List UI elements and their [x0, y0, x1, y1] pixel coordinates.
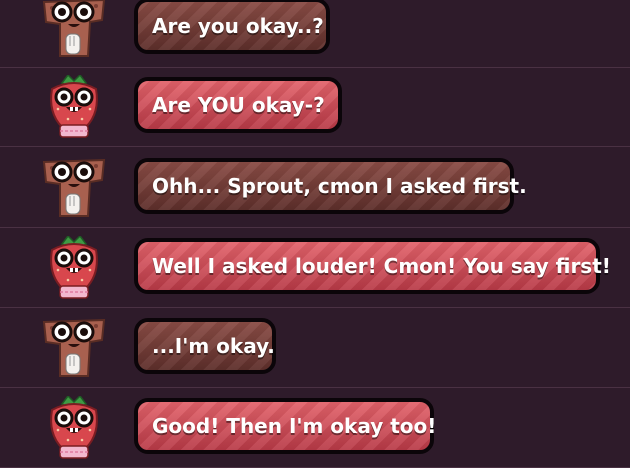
message-bubble: Well I asked louder! Cmon! You say first… [134, 238, 611, 294]
chat-log: Are you okay..? Are YOU okay-? Ohh... Sp… [0, 0, 630, 468]
message-row: Are YOU okay-? [0, 67, 630, 147]
strawberry-character-icon [38, 75, 110, 139]
message-bubble: Ohh... Sprout, cmon I asked first. [134, 158, 527, 214]
message-row: Good! Then I'm okay too! [0, 388, 630, 468]
cracker-character-icon [38, 316, 110, 380]
strawberry-character-icon [38, 236, 110, 300]
cracker-character-icon [38, 0, 110, 60]
message-bubble: Good! Then I'm okay too! [134, 398, 436, 454]
message-row: ...I'm okay. [0, 308, 630, 388]
message-bubble: Are you okay..? [134, 0, 330, 54]
message-row: Are you okay..? [0, 0, 630, 68]
cracker-character-icon [38, 156, 110, 220]
message-row: Ohh... Sprout, cmon I asked first. [0, 148, 630, 228]
message-bubble: Are YOU okay-? [134, 77, 342, 133]
message-row: Well I asked louder! Cmon! You say first… [0, 228, 630, 308]
strawberry-character-icon [38, 396, 110, 460]
message-bubble: ...I'm okay. [134, 318, 276, 374]
